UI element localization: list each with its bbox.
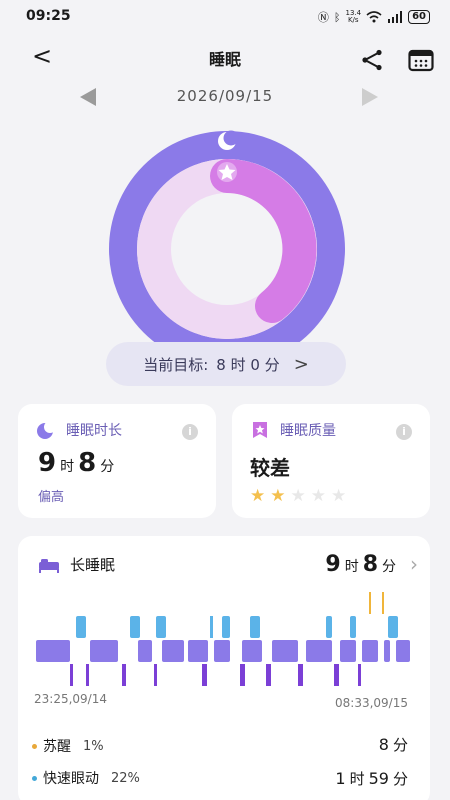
status-bar: 09:25 Ⓝ ᛒ 13.4 K/s 60 [0, 0, 450, 32]
duration-status: 偏高 [38, 490, 65, 505]
star-filled-icon: ★ [270, 486, 286, 506]
stage-awake: 苏醒 1% [32, 736, 104, 756]
stage-awake-duration: 8分 [378, 735, 408, 754]
bed-icon [39, 558, 59, 573]
light-bar [90, 640, 118, 662]
light-bar [272, 640, 298, 662]
duration-label: 睡眠时长 [66, 423, 122, 439]
rem-dot [32, 775, 37, 781]
rem-bar [130, 616, 140, 638]
light-bar [396, 640, 410, 662]
current-date: 2026/09/15 [176, 87, 274, 105]
quality-stars: ★ ★ ★ ★ ★ [250, 488, 346, 505]
moon-icon [37, 421, 56, 439]
badge-star-icon [253, 422, 267, 438]
wifi-icon [366, 11, 382, 23]
quality-value: 较差 [250, 456, 290, 480]
inner-ring-progress [210, 159, 317, 323]
rem-bar [326, 616, 332, 638]
quality-header: 睡眠质量 [250, 420, 336, 440]
rem-bar [222, 616, 230, 638]
sleep-goal-button[interactable]: 当前目标: 8 时 0 分 > [106, 342, 346, 386]
awake-dot [32, 743, 37, 749]
light-bar [36, 640, 70, 662]
long-sleep-header: 长睡眠 [38, 554, 115, 575]
status-time: 09:25 [26, 8, 71, 24]
signal-icon [388, 11, 403, 23]
date-selector: 2026/09/15 [0, 84, 450, 110]
rem-bar [350, 616, 356, 638]
chart-start-time: 23:25,09/14 [34, 692, 107, 706]
light-bar [340, 640, 356, 662]
network-speed: 13.4 K/s [345, 9, 362, 24]
next-day-button[interactable] [362, 88, 378, 106]
sleep-quality-card[interactable]: 睡眠质量 i 较差 ★ ★ ★ ★ ★ [232, 404, 430, 518]
nfc-icon: Ⓝ [317, 11, 329, 24]
deep-bar [298, 664, 303, 686]
stage-percent: 1% [83, 738, 104, 754]
goal-label: 当前目标: [143, 355, 209, 374]
deep-bar [240, 664, 245, 686]
deep-bar [154, 664, 157, 686]
chevron-right-icon: > [293, 353, 309, 375]
chevron-right-icon[interactable]: › [410, 552, 418, 576]
star-filled-icon: ★ [250, 486, 266, 506]
deep-bar [86, 664, 89, 686]
stage-percent: 22% [111, 770, 140, 786]
stage-rem-duration: 1时 59 分 [335, 769, 408, 788]
awake-bar [369, 592, 371, 614]
light-bar [362, 640, 378, 662]
deep-bar [334, 664, 339, 686]
light-bar [306, 640, 332, 662]
quality-label: 睡眠质量 [280, 423, 336, 439]
duration-header: 睡眠时长 [36, 420, 122, 440]
share-icon[interactable] [360, 48, 384, 72]
rem-bar [210, 616, 213, 638]
duration-value: 9时 8分 [38, 448, 115, 478]
light-bar [384, 640, 390, 662]
light-bar [188, 640, 208, 662]
rem-bar [76, 616, 86, 638]
deep-bar [358, 664, 361, 686]
sleep-duration-card[interactable]: 睡眠时长 i 9时 8分 偏高 [18, 404, 216, 518]
awake-bar [382, 592, 384, 614]
long-sleep-total: 9时 8分 [325, 552, 396, 577]
stage-rem: 快速眼动 22% [32, 768, 140, 788]
header: < 睡眠 [0, 36, 450, 80]
rem-bar [250, 616, 260, 638]
light-bar [138, 640, 152, 662]
info-icon[interactable]: i [396, 424, 412, 440]
chart-end-time: 08:33,09/15 [335, 696, 408, 710]
stage-name: 快速眼动 [43, 771, 99, 787]
goal-value: 8 时 0 分 [216, 355, 280, 374]
sleep-ring-chart [109, 130, 345, 367]
stage-name: 苏醒 [43, 739, 71, 755]
deep-bar [266, 664, 271, 686]
deep-bar [202, 664, 207, 686]
deep-bar [122, 664, 126, 686]
star-empty-icon: ★ [310, 486, 326, 506]
light-bar [242, 640, 262, 662]
star-empty-icon: ★ [331, 486, 347, 506]
rem-bar [156, 616, 166, 638]
status-icons: Ⓝ ᛒ 13.4 K/s 60 [318, 9, 430, 25]
light-bar [162, 640, 184, 662]
rem-bar [388, 616, 398, 638]
sleep-stage-chart [36, 592, 410, 686]
long-sleep-card[interactable]: 长睡眠 9时 8分 › 23:25,09/14 08:33,09/15 苏醒 1… [18, 536, 430, 800]
info-icon[interactable]: i [182, 424, 198, 440]
deep-bar [70, 664, 73, 686]
bluetooth-icon: ᛒ [333, 10, 341, 24]
light-bar [214, 640, 230, 662]
calendar-icon[interactable] [408, 48, 434, 72]
battery-indicator: 60 [408, 10, 430, 24]
long-sleep-label: 长睡眠 [70, 556, 116, 574]
star-empty-icon: ★ [290, 486, 306, 506]
star-icon [217, 162, 237, 182]
